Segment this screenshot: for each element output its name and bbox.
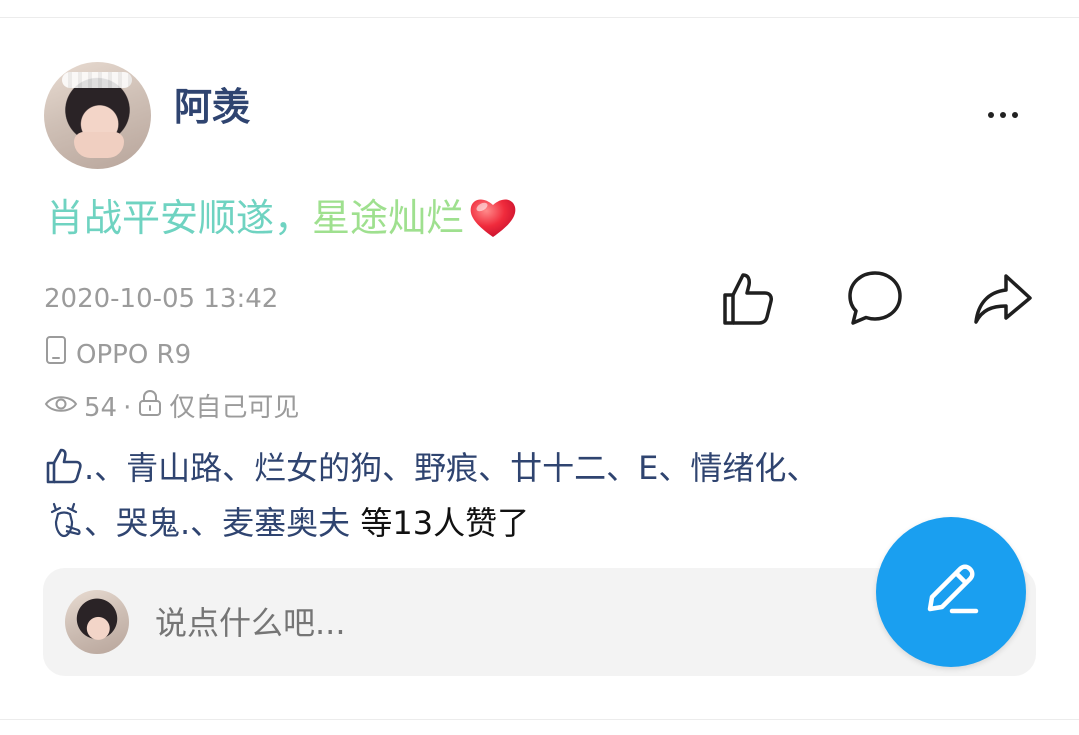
- meta-separator: ·: [123, 392, 132, 423]
- eye-icon: [44, 391, 78, 425]
- my-avatar: [65, 590, 129, 654]
- post-content-part2: 星途灿烂: [312, 196, 465, 240]
- pencil-icon: [918, 557, 984, 627]
- likes-count-text[interactable]: 等13人赞了: [350, 504, 529, 542]
- author-avatar[interactable]: [44, 62, 151, 169]
- comment-bubble-icon: [845, 268, 905, 332]
- visibility-label: 仅自己可见: [169, 392, 300, 423]
- bottom-divider: [0, 719, 1079, 720]
- post-timestamp: 2020-10-05 13:42: [44, 284, 279, 314]
- comment-input[interactable]: [155, 604, 715, 642]
- likes-list-line1: .、青山路、烂女的狗、野痕、廿十二、E、情绪化、: [44, 446, 1034, 496]
- liker-names-2[interactable]: 、哭鬼.、麦塞奥夫: [84, 504, 350, 542]
- post-views-visibility: 54 · 仅自己可见: [44, 388, 299, 427]
- deer-icon: [44, 500, 84, 551]
- compose-button[interactable]: [876, 517, 1026, 667]
- more-options-button[interactable]: [978, 101, 1028, 129]
- author-name[interactable]: 阿羡: [174, 88, 250, 126]
- post-device: OPPO R9: [44, 335, 191, 374]
- more-icon-dot: [1000, 112, 1006, 118]
- more-icon-dot: [988, 112, 994, 118]
- phone-icon: [44, 335, 68, 374]
- likes-list-line2: 、哭鬼.、麦塞奥夫 等13人赞了: [44, 500, 1034, 551]
- top-divider: [0, 17, 1079, 18]
- device-name: OPPO R9: [76, 339, 192, 370]
- lock-icon: [137, 388, 163, 427]
- liker-names-1[interactable]: .、青山路、烂女的狗、野痕、廿十二、E、情绪化、: [84, 449, 818, 487]
- like-button[interactable]: [714, 268, 778, 332]
- thumbs-up-icon: [717, 269, 775, 331]
- more-icon-dot: [1012, 112, 1018, 118]
- share-button[interactable]: [971, 268, 1035, 332]
- share-arrow-icon: [972, 268, 1034, 332]
- post-content-part1: 肖战平安顺遂，: [46, 196, 313, 240]
- view-count: 54: [84, 392, 118, 423]
- comment-button[interactable]: [843, 268, 907, 332]
- red-heart-icon: [468, 195, 518, 250]
- likes-thumb-icon: [44, 447, 84, 496]
- post-content: 肖战平安顺遂，星途灿烂: [46, 194, 518, 250]
